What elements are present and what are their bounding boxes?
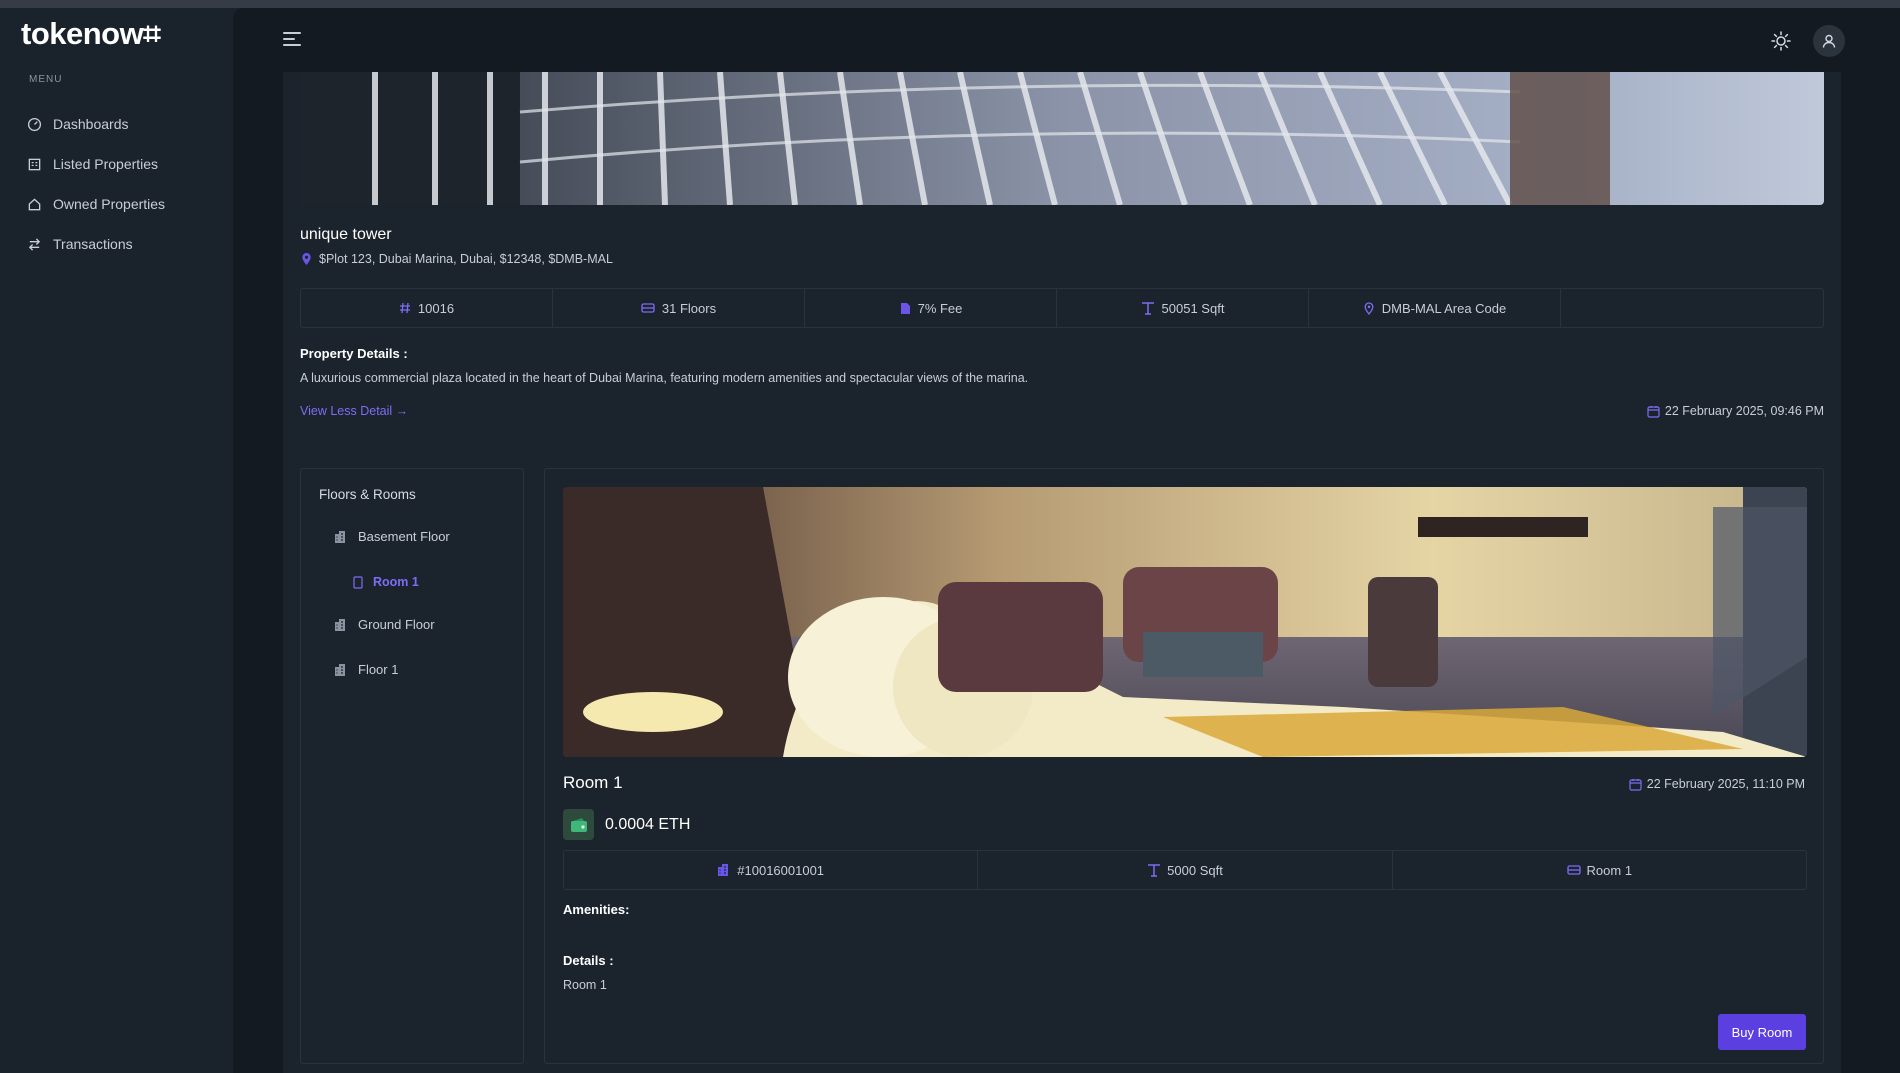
stat-room-area: 5000 Sqft — [978, 851, 1393, 889]
building-icon — [28, 158, 41, 170]
sidebar-item-dashboards[interactable]: Dashboards — [0, 104, 233, 144]
building-icon — [718, 864, 729, 876]
property-title: unique tower — [300, 226, 392, 243]
room-date: 22 February 2025, 11:10 PM — [1629, 777, 1805, 791]
user-avatar[interactable] — [1813, 25, 1845, 57]
stat-area-code: DMB-MAL Area Code — [1309, 289, 1561, 327]
room-stats-bar: #10016001001 5000 Sqft Room 1 — [563, 850, 1807, 890]
property-address-text: $Plot 123, Dubai Marina, Dubai, $12348, … — [319, 252, 613, 266]
document-icon — [900, 302, 910, 314]
floors-icon — [641, 303, 655, 313]
calendar-icon — [1629, 778, 1642, 791]
floors-rooms-title: Floors & Rooms — [319, 487, 416, 502]
sidebar-item-owned-properties[interactable]: Owned Properties — [0, 184, 233, 224]
app-logo[interactable]: tokenow⌗ — [21, 16, 161, 53]
hash-icon — [399, 302, 410, 314]
building-icon — [335, 530, 345, 543]
main-content: unique tower $Plot 123, Dubai Marina, Du… — [233, 8, 1900, 1073]
property-address: $Plot 123, Dubai Marina, Dubai, $12348, … — [300, 252, 613, 266]
floors-rooms-panel: Floors & Rooms Basement Floor Room 1 Gro… — [300, 468, 524, 1064]
stat-fee: 7% Fee — [805, 289, 1057, 327]
theme-toggle-sun-icon[interactable] — [1770, 30, 1792, 52]
room-icon — [1566, 865, 1581, 875]
stat-property-id: 10016 — [301, 289, 553, 327]
view-less-detail-link[interactable]: View Less Detail → — [300, 404, 408, 418]
building-icon — [335, 663, 345, 676]
amenities-label: Amenities: — [563, 902, 630, 917]
window-top-bar — [0, 0, 1900, 8]
door-icon — [353, 575, 363, 589]
sidebar-item-label: Dashboards — [53, 116, 129, 132]
location-icon — [1364, 301, 1374, 315]
sidebar-item-label: Transactions — [53, 236, 133, 252]
floor-item-floor-1[interactable]: Floor 1 — [334, 662, 398, 677]
property-details-text: A luxurious commercial plaza located in … — [300, 371, 1029, 385]
area-icon — [1148, 864, 1161, 877]
room-price: 0.0004 ETH — [563, 809, 690, 840]
floor-item-basement[interactable]: Basement Floor — [334, 529, 450, 544]
stat-floors: 31 Floors — [553, 289, 805, 327]
sidebar-item-transactions[interactable]: Transactions — [0, 224, 233, 264]
property-stats-bar: 10016 31 Floors 7% Fee 50051 Sqft DMB-MA… — [300, 288, 1824, 328]
room-image — [563, 487, 1807, 757]
location-pin-icon — [302, 253, 311, 265]
stat-room-name: Room 1 — [1393, 851, 1806, 889]
top-header — [233, 8, 1900, 72]
wallet-icon — [563, 809, 594, 840]
room-price-value: 0.0004 ETH — [605, 815, 691, 833]
home-icon — [28, 197, 41, 210]
transfer-icon — [28, 237, 41, 251]
room-details-label: Details : — [563, 953, 614, 968]
sidebar-nav: Dashboards Listed Properties Owned Prope… — [0, 104, 233, 264]
room-details-text: Room 1 — [563, 978, 607, 992]
menu-toggle-icon[interactable] — [283, 32, 301, 48]
menu-caption: MENU — [29, 74, 63, 85]
property-hero-image — [300, 72, 1824, 205]
buy-room-button[interactable]: Buy Room — [1718, 1014, 1806, 1050]
building-icon — [335, 618, 345, 631]
property-card: unique tower $Plot 123, Dubai Marina, Du… — [283, 72, 1841, 1073]
sidebar: tokenow⌗ MENU Dashboards Listed Properti… — [0, 8, 233, 1073]
room-detail-panel: Room 1 22 February 2025, 11:10 PM 0.0004… — [544, 468, 1824, 1064]
sidebar-item-label: Owned Properties — [53, 196, 166, 212]
dashboard-icon — [27, 117, 42, 131]
stat-area: 50051 Sqft — [1057, 289, 1309, 327]
floor-item-ground[interactable]: Ground Floor — [334, 617, 435, 632]
property-details-label: Property Details : — [300, 346, 408, 361]
room-item-room-1[interactable]: Room 1 — [353, 575, 419, 589]
calendar-icon — [1647, 405, 1660, 418]
property-date: 22 February 2025, 09:46 PM — [1647, 404, 1824, 418]
area-icon — [1141, 302, 1154, 315]
sidebar-item-label: Listed Properties — [53, 156, 159, 172]
stat-room-id: #10016001001 — [564, 851, 979, 889]
user-icon — [1822, 34, 1836, 48]
room-title: Room 1 — [563, 773, 623, 792]
sidebar-item-listed-properties[interactable]: Listed Properties — [0, 144, 233, 184]
